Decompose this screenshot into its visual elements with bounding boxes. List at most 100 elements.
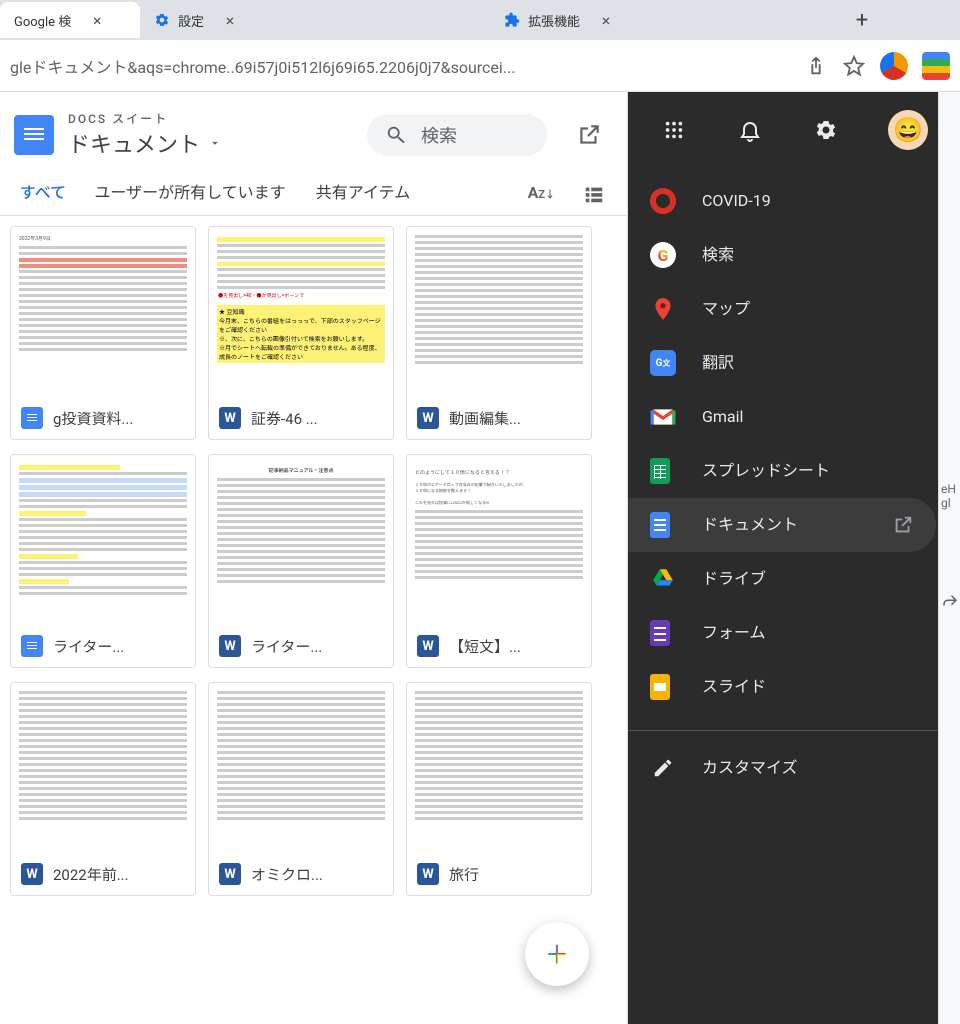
panel-item[interactable]: G文 翻訳: [628, 336, 960, 390]
panel-item-label: 翻訳: [702, 353, 938, 374]
address-bar: gleドキュメント&aqs=chrome..69i57j0i512l6j69i6…: [0, 40, 960, 92]
search-icon: [385, 124, 407, 146]
panel-topbar: 😄: [628, 92, 960, 168]
open-in-new-icon[interactable]: [567, 113, 611, 157]
plus-icon: +: [547, 933, 567, 975]
docs-pane: DOCS スイート ドキュメント 検索 すべて ユーザーが所有しています 共有ア…: [0, 92, 628, 1024]
panel-item-icon: [650, 296, 676, 322]
extension-icon[interactable]: [880, 52, 908, 80]
doc-caption: W オミクロ...: [209, 853, 393, 895]
docs-header: DOCS スイート ドキュメント 検索: [0, 92, 627, 169]
doc-thumbnail: 記事納品マニュアル・注意点: [209, 455, 393, 625]
gear-icon: [154, 12, 170, 28]
right-strip: eH gl: [938, 92, 960, 1024]
doc-card[interactable]: 2022年3月9日 g投資資料...: [10, 226, 196, 440]
tab-shared[interactable]: 共有アイテム: [308, 173, 418, 212]
panel-item[interactable]: Gmail: [628, 390, 960, 444]
panel-item-icon: [650, 458, 676, 484]
panel-item-label: スプレッドシート: [702, 461, 938, 482]
doc-filename: ライター...: [53, 636, 175, 657]
doc-caption: ライター...: [11, 625, 195, 667]
share-icon[interactable]: [804, 54, 828, 78]
doc-caption: W 証券-46 ...: [209, 397, 393, 439]
panel-item-label: ドライブ: [702, 569, 938, 590]
share-out-icon[interactable]: [941, 592, 959, 610]
panel-item[interactable]: マップ: [628, 282, 960, 336]
panel-item[interactable]: スプレッドシート: [628, 444, 960, 498]
panel-item-label: マップ: [702, 299, 938, 320]
browser-tab[interactable]: 拡張機能 ×: [490, 2, 840, 38]
close-icon[interactable]: ×: [598, 12, 614, 28]
doc-card[interactable]: どのようにして１０倍になると言える！？１０倍のエアードロップ且当日の記事で紹介い…: [406, 454, 592, 668]
open-in-new-icon[interactable]: [892, 514, 914, 536]
word-icon: W: [417, 863, 439, 885]
star-icon[interactable]: [842, 54, 866, 78]
panel-item-label: フォーム: [702, 623, 938, 644]
doc-card[interactable]: W 2022年前...: [10, 682, 196, 896]
panel-item-label: COVID-19: [702, 191, 938, 212]
doc-thumbnail: 2022年3月9日: [11, 227, 195, 397]
doc-filename: 旅行: [449, 864, 571, 885]
doc-thumbnail: [407, 683, 591, 853]
panel-item[interactable]: ドキュメント: [628, 498, 936, 552]
doc-card[interactable]: ●を見出し=40・●が見出し=ポーンで★ 豆知識 今月末、こちらの番組をはっっっ…: [208, 226, 394, 440]
tab-owned[interactable]: ユーザーが所有しています: [90, 173, 290, 212]
product-name-row[interactable]: ドキュメント: [68, 127, 222, 159]
panel-item[interactable]: G 検索: [628, 228, 960, 282]
suite-label: DOCS スイート: [68, 110, 222, 127]
panel-item-label: カスタマイズ: [702, 758, 938, 779]
panel-divider: [628, 730, 960, 731]
doc-grid-wrap[interactable]: 2022年3月9日 g投資資料... ●を見出し=40・●が見出し=ポーンで★ …: [0, 216, 627, 1024]
panel-item-label: スライド: [702, 677, 938, 698]
apps-grid-icon[interactable]: [660, 116, 688, 144]
panel-item-icon: [650, 674, 676, 700]
bell-icon[interactable]: [736, 116, 764, 144]
avatar[interactable]: 😄: [888, 110, 928, 150]
google-apps-panel: 😄 COVID-19 G 検索 マップ G文 翻訳 Gmail スプレッドシート…: [628, 92, 960, 1024]
doc-card[interactable]: 記事納品マニュアル・注意点 W ライター...: [208, 454, 394, 668]
doc-filename: 証券-46 ...: [251, 408, 373, 429]
docs-tabs: すべて ユーザーが所有しています 共有アイテム AZ↓: [0, 169, 627, 216]
browser-tab[interactable]: 設定 ×: [140, 2, 490, 38]
sort-icon[interactable]: AZ↓: [528, 183, 555, 205]
new-tab-button[interactable]: +: [848, 6, 876, 34]
doc-filename: 2022年前...: [53, 864, 175, 885]
panel-item-icon: [650, 188, 676, 214]
word-icon: W: [417, 407, 439, 429]
browser-tab-active[interactable]: Google 検 ×: [0, 2, 140, 38]
panel-item[interactable]: スライド: [628, 660, 960, 714]
doc-card[interactable]: W 旅行: [406, 682, 592, 896]
docs-logo-icon[interactable]: [14, 115, 54, 155]
view-list-icon[interactable]: [583, 183, 605, 205]
word-icon: W: [219, 407, 241, 429]
close-icon[interactable]: ×: [89, 12, 105, 28]
search-input[interactable]: 検索: [367, 114, 547, 156]
docs-title: DOCS スイート ドキュメント: [68, 110, 222, 159]
doc-thumbnail: [407, 227, 591, 397]
close-icon[interactable]: ×: [222, 12, 238, 28]
doc-thumbnail: どのようにして１０倍になると言える！？１０倍のエアードロップ且当日の記事で紹介い…: [407, 455, 591, 625]
extension-icon[interactable]: [922, 52, 950, 80]
right-strip-text: eH gl: [941, 482, 956, 510]
panel-item-icon: [650, 512, 676, 538]
doc-card[interactable]: ライター...: [10, 454, 196, 668]
new-doc-fab[interactable]: +: [525, 922, 589, 986]
panel-item-label: ドキュメント: [702, 515, 866, 536]
browser-tab-strip: Google 検 × 設定 × 拡張機能 × +: [0, 0, 960, 40]
panel-item[interactable]: フォーム: [628, 606, 960, 660]
panel-item-icon: [650, 566, 676, 592]
tab-all[interactable]: すべて: [14, 173, 72, 212]
doc-caption: W 2022年前...: [11, 853, 195, 895]
doc-card[interactable]: W 動画編集...: [406, 226, 592, 440]
panel-item[interactable]: ドライブ: [628, 552, 960, 606]
url-text[interactable]: gleドキュメント&aqs=chrome..69i57j0i512l6j69i6…: [10, 54, 790, 78]
tab-label: 拡張機能: [528, 11, 580, 30]
product-name: ドキュメント: [68, 127, 200, 159]
panel-item-customize[interactable]: カスタマイズ: [628, 741, 960, 795]
gear-icon[interactable]: [812, 116, 840, 144]
doc-card[interactable]: W オミクロ...: [208, 682, 394, 896]
panel-item[interactable]: COVID-19: [628, 174, 960, 228]
word-icon: W: [21, 863, 43, 885]
panel-item-icon: [650, 620, 676, 646]
doc-thumbnail: [209, 683, 393, 853]
